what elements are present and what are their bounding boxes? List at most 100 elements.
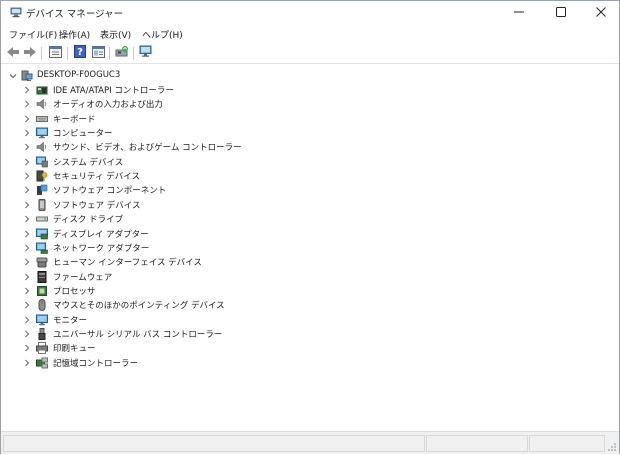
maximize-button[interactable] [541, 1, 581, 25]
menu-view[interactable]: 表示(V) [100, 28, 131, 41]
maximize-icon [556, 6, 566, 20]
chevron-right-icon[interactable] [23, 316, 31, 324]
chevron-right-icon[interactable] [23, 186, 31, 194]
update-driver-button[interactable] [114, 45, 130, 61]
status-segment [529, 435, 605, 452]
device-category[interactable]: サウンド、ビデオ、およびゲーム コントローラー [1, 140, 401, 154]
chevron-right-icon[interactable] [23, 158, 31, 166]
device-category-label: ソフトウェア コンポーネント [53, 186, 167, 197]
device-tree[interactable]: DESKTOP-F0OGUC3 IDE ATA/ATAPI コントローラーオーデ… [1, 64, 619, 431]
processor-icon [36, 285, 48, 297]
chevron-right-icon[interactable] [23, 244, 31, 252]
chevron-right-icon[interactable] [23, 115, 31, 123]
printer-icon [36, 342, 48, 355]
scan-hardware-icon [139, 45, 153, 61]
security-key-icon [36, 170, 48, 182]
device-category[interactable]: ディスク ドライブ [1, 212, 401, 226]
device-category[interactable]: ユニバーサル シリアル バス コントローラー [1, 327, 401, 341]
device-category-label: ソフトウェア デバイス [53, 200, 141, 211]
device-category[interactable]: 印刷キュー [1, 341, 401, 355]
storage-controller-icon [36, 357, 48, 369]
chevron-right-icon[interactable] [23, 287, 31, 295]
device-category[interactable]: プロセッサ [1, 284, 401, 298]
tree-root[interactable]: DESKTOP-F0OGUC3 [1, 69, 301, 83]
menu-help[interactable]: ヘルプ(H) [142, 28, 183, 41]
chevron-right-icon[interactable] [23, 143, 31, 151]
toolbar-separator [133, 47, 134, 60]
device-category[interactable]: ヒューマン インターフェイス デバイス [1, 255, 401, 269]
minimize-icon [514, 6, 524, 20]
device-category-label: セキュリティ デバイス [53, 172, 140, 183]
chevron-right-icon[interactable] [23, 215, 31, 223]
back-arrow-icon [6, 46, 20, 61]
device-category[interactable]: セキュリティ デバイス [1, 169, 401, 183]
computer-root-icon [21, 70, 33, 82]
device-category[interactable]: システム デバイス [1, 155, 401, 169]
back-button[interactable] [5, 45, 21, 61]
chevron-right-icon[interactable] [23, 301, 31, 309]
device-category-label: ユニバーサル シリアル バス コントローラー [53, 329, 223, 340]
chevron-right-icon[interactable] [23, 172, 31, 180]
properties-button[interactable] [47, 45, 63, 61]
close-icon [596, 6, 606, 20]
console-tree-button[interactable] [90, 45, 106, 61]
menu-file[interactable]: ファイル(F) [9, 28, 57, 41]
device-category[interactable]: ネットワーク アダプター [1, 241, 401, 255]
toolbar: ? [1, 44, 619, 64]
device-category[interactable]: IDE ATA/ATAPI コントローラー [1, 83, 401, 97]
device-category[interactable]: ソフトウェア コンポーネント [1, 183, 401, 197]
menu-bar: ファイル(F) 操作(A) 表示(V) ヘルプ(H) [1, 26, 619, 43]
mouse-icon [36, 299, 48, 312]
device-category[interactable]: マウスとそのほかのポインティング デバイス [1, 298, 401, 312]
usb-icon [36, 327, 48, 340]
chevron-right-icon[interactable] [23, 273, 31, 281]
scan-hardware-button[interactable] [138, 45, 154, 61]
speaker-icon [36, 141, 48, 153]
device-category[interactable]: モニター [1, 313, 401, 327]
device-category[interactable]: キーボード [1, 112, 401, 126]
chevron-right-icon[interactable] [23, 344, 31, 352]
forward-arrow-icon [23, 46, 37, 61]
window-title: デバイス マネージャー [26, 9, 124, 20]
device-category-label: キーボード [53, 114, 96, 125]
status-segment [426, 435, 528, 452]
software-component-icon [36, 184, 48, 196]
speaker-icon [36, 98, 48, 110]
close-button[interactable] [581, 1, 620, 25]
help-button[interactable]: ? [72, 45, 88, 61]
chevron-right-icon[interactable] [23, 129, 31, 137]
chevron-right-icon[interactable] [23, 330, 31, 338]
device-category[interactable]: ファームウェア [1, 270, 401, 284]
hid-icon [36, 256, 48, 268]
device-category[interactable]: コンピューター [1, 126, 401, 140]
chevron-right-icon[interactable] [23, 86, 31, 94]
device-category[interactable]: オーディオの入力および出力 [1, 97, 401, 111]
computer-name: DESKTOP-F0OGUC3 [37, 70, 121, 80]
computer-icon [36, 127, 48, 139]
device-category-label: オーディオの入力および出力 [53, 100, 163, 111]
chevron-right-icon[interactable] [23, 258, 31, 266]
resize-grip-icon[interactable] [607, 442, 617, 452]
update-driver-icon [115, 45, 129, 61]
chevron-right-icon[interactable] [23, 359, 31, 367]
forward-button[interactable] [22, 45, 38, 61]
monitor-icon [36, 314, 48, 326]
device-category-label: コンピューター [53, 129, 113, 140]
minimize-button[interactable] [499, 1, 539, 25]
device-category[interactable]: ディスプレイ アダプター [1, 227, 401, 241]
disk-drive-icon [36, 213, 48, 225]
svg-text:?: ? [77, 47, 83, 58]
chevron-down-icon[interactable] [9, 72, 17, 80]
device-category-label: 記憶域コントローラー [53, 358, 139, 369]
console-tree-icon [91, 45, 105, 61]
keyboard-icon [36, 113, 48, 125]
device-category[interactable]: ソフトウェア デバイス [1, 198, 401, 212]
menu-action[interactable]: 操作(A) [59, 28, 90, 41]
device-category-label: モニター [53, 315, 88, 326]
chevron-right-icon[interactable] [23, 230, 31, 238]
properties-icon [48, 45, 62, 61]
chevron-right-icon[interactable] [23, 100, 31, 108]
device-category[interactable]: 記憶域コントローラー [1, 356, 401, 370]
chevron-right-icon[interactable] [23, 201, 31, 209]
title-bar[interactable]: デバイス マネージャー [1, 1, 619, 25]
